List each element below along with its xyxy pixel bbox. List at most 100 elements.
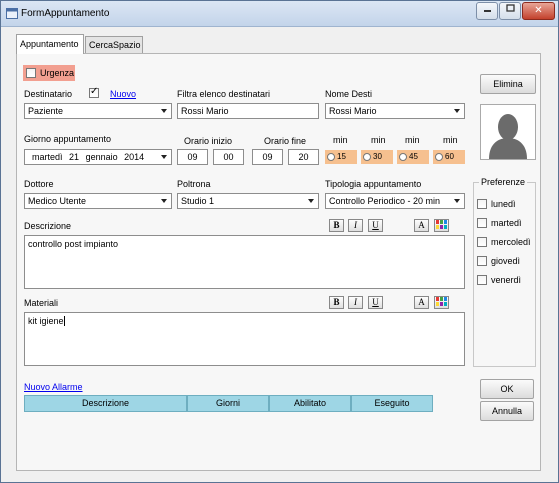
venerdi-label: venerdì (491, 275, 522, 285)
alarm-col-giorni[interactable]: Giorni (187, 395, 269, 412)
alarm-col-descrizione[interactable]: Descrizione (24, 395, 187, 412)
materiali-bold-button[interactable]: B (329, 296, 344, 309)
giorno-date: 21 (69, 152, 80, 162)
mercoledi-checkbox[interactable] (477, 237, 487, 247)
urgenza-highlight: Urgenza (23, 65, 75, 81)
giovedi-checkbox[interactable] (477, 256, 487, 266)
poltrona-label: Poltrona (177, 179, 211, 189)
nuovo-allarme-link[interactable]: Nuovo Allarme (24, 382, 83, 392)
orario-inizio-hour[interactable]: 09 (177, 149, 208, 165)
giorno-month: gennaio (85, 152, 118, 162)
chevron-down-icon (158, 151, 170, 163)
descrizione-textarea[interactable]: controllo post impianto (24, 235, 465, 289)
preferenze-groupbox: Preferenze lunedì martedì mercoledì giov… (473, 177, 536, 367)
descrizione-italic-button[interactable]: I (348, 219, 363, 232)
chevron-down-icon (158, 195, 170, 207)
materiali-textarea[interactable]: kit igiene​ (24, 312, 465, 366)
nome-desti-label: Nome Desti (325, 89, 373, 99)
giorno-label: Giorno appuntamento (24, 134, 112, 144)
alarm-col-eseguito[interactable]: Eseguito (351, 395, 433, 412)
tipologia-select[interactable]: Controllo Periodico - 20 min (325, 193, 465, 209)
materiali-label: Materiali (24, 298, 59, 308)
minimize-icon (483, 10, 491, 12)
maximize-icon (505, 4, 515, 12)
orario-inizio-minute[interactable]: 00 (213, 149, 244, 165)
materiali-value: kit igiene (28, 316, 64, 326)
minimize-button[interactable] (476, 2, 498, 20)
filtro-value: Rossi Mario (181, 106, 229, 116)
descrizione-color-button[interactable] (434, 219, 449, 232)
min-60-radio[interactable]: 60 (433, 150, 465, 164)
martedi-checkbox[interactable] (477, 218, 487, 228)
urgenza-checkbox[interactable] (26, 68, 36, 78)
nuovo-link[interactable]: Nuovo (110, 89, 136, 99)
descrizione-bold-button[interactable]: B (329, 219, 344, 232)
materiali-italic-button[interactable]: I (348, 296, 363, 309)
min-15-value: 15 (337, 152, 346, 161)
tab-appuntamento[interactable]: Appuntamento (16, 34, 84, 54)
destinatario-checkbox[interactable]: ✓ (89, 86, 99, 98)
destinatario-select[interactable]: Paziente (24, 103, 172, 119)
orario-fine-label: Orario fine (264, 136, 307, 146)
tipologia-label: Tipologia appuntamento (325, 179, 422, 189)
dottore-label: Dottore (24, 179, 54, 189)
min-60-value: 60 (445, 152, 454, 161)
tipologia-value: Controllo Periodico - 20 min (329, 196, 441, 206)
descrizione-underline-button[interactable]: U (368, 219, 383, 232)
destinatario-value: Paziente (28, 106, 64, 116)
urgenza-label: Urgenza (40, 68, 75, 78)
annulla-button[interactable]: Annulla (480, 401, 534, 421)
form-icon (6, 8, 18, 19)
close-icon: ✕ (534, 5, 543, 16)
orario-inizio-hour-value: 09 (187, 152, 198, 162)
min-15-radio[interactable]: 15 (325, 150, 357, 164)
radio-icon (435, 153, 443, 161)
giorno-datepicker[interactable]: martedì 21 gennaio 2014 (24, 149, 172, 165)
maximize-button[interactable] (499, 2, 521, 20)
person-silhouette-icon (481, 105, 535, 159)
alarm-col-abilitato[interactable]: Abilitato (269, 395, 351, 412)
venerdi-checkbox[interactable] (477, 275, 487, 285)
text-cursor: ​ (63, 316, 65, 326)
ok-button[interactable]: OK (480, 379, 534, 399)
lunedi-checkbox[interactable] (477, 199, 487, 209)
orario-fine-hour[interactable]: 09 (252, 149, 283, 165)
destinatario-label: Destinatario (24, 89, 73, 99)
nome-desti-select[interactable]: Rossi Mario (325, 103, 465, 119)
close-button[interactable]: ✕ (522, 2, 555, 20)
descrizione-label: Descrizione (24, 221, 72, 231)
radio-icon (363, 153, 371, 161)
chevron-down-icon (158, 105, 170, 117)
radio-icon (399, 153, 407, 161)
chevron-down-icon (451, 195, 463, 207)
min-label-45: min (405, 135, 420, 145)
min-30-radio[interactable]: 30 (361, 150, 393, 164)
giorno-day: martedì (32, 152, 63, 162)
giorno-year: 2014 (124, 152, 145, 162)
orario-fine-minute[interactable]: 20 (288, 149, 319, 165)
filtro-input[interactable]: Rossi Mario (177, 103, 319, 119)
tab-cercaspazio[interactable]: CercaSpazio (85, 36, 143, 54)
dottore-value: Medico Utente (28, 196, 87, 206)
appuntamento-panel: Urgenza Destinatario ✓ Nuovo Paziente Fi… (16, 53, 541, 471)
materiali-font-button[interactable]: A (414, 296, 429, 309)
orario-inizio-minute-value: 00 (223, 152, 234, 162)
filtro-label: Filtra elenco destinatari (177, 89, 271, 99)
materiali-color-button[interactable] (434, 296, 449, 309)
min-45-value: 45 (409, 152, 418, 161)
checkmark-icon: ✓ (90, 86, 99, 97)
materiali-underline-button[interactable]: U (368, 296, 383, 309)
descrizione-font-button[interactable]: A (414, 219, 429, 232)
min-label-15: min (333, 135, 348, 145)
avatar (480, 104, 536, 160)
dottore-select[interactable]: Medico Utente (24, 193, 172, 209)
lunedi-label: lunedì (491, 199, 516, 209)
poltrona-select[interactable]: Studio 1 (177, 193, 319, 209)
elimina-button[interactable]: Elimina (480, 74, 536, 94)
palette-icon (436, 297, 447, 306)
min-45-radio[interactable]: 45 (397, 150, 429, 164)
orario-fine-hour-value: 09 (262, 152, 273, 162)
chevron-down-icon (451, 105, 463, 117)
martedi-label: martedì (491, 218, 522, 228)
giovedi-label: giovedì (491, 256, 521, 266)
